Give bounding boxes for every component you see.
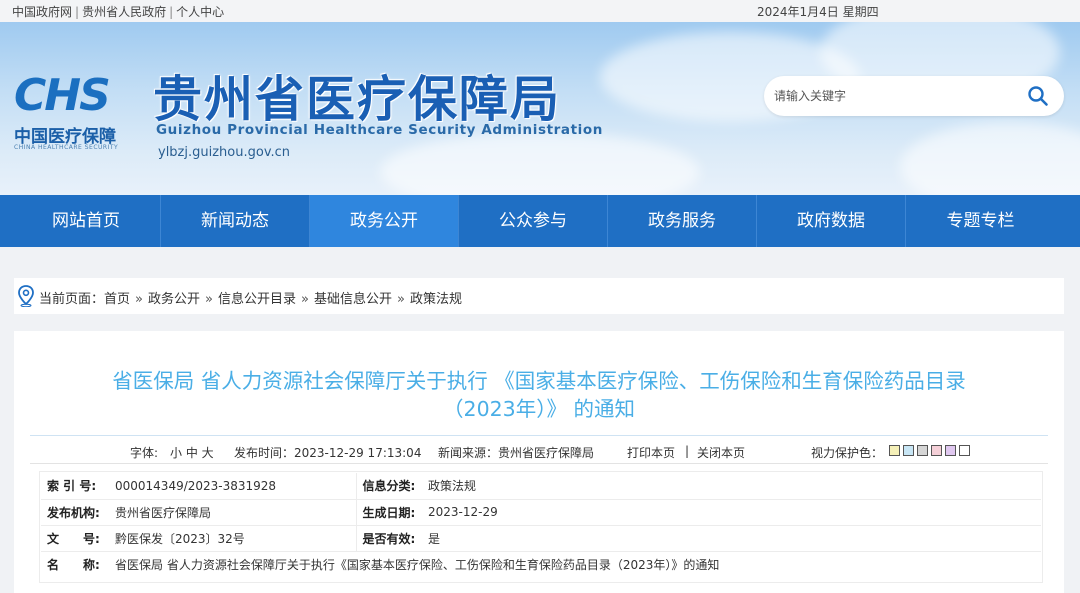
breadcrumb-arrow: » — [301, 292, 309, 307]
breadcrumb-item-gov-affairs[interactable]: 政务公开 — [148, 292, 200, 307]
article-title: 省医保局 省人力资源社会保障厅关于执行 《国家基本医疗保险、工伤保险和生育保险药… — [14, 367, 1064, 423]
separator: | — [169, 5, 174, 19]
search-icon[interactable] — [1026, 84, 1050, 108]
top-bar: 中国政府网 | 贵州省人民政府 | 个人中心 2024年1月4日 星期四 — [0, 0, 1080, 22]
nav-item-home[interactable]: 网站首页 — [12, 195, 161, 247]
top-links: 中国政府网 | 贵州省人民政府 | 个人中心 — [12, 3, 224, 20]
nav-item-gov-data[interactable]: 政府数据 — [757, 195, 906, 247]
chs-logo-mark: CHS — [14, 70, 111, 121]
breadcrumb-prefix: 当前页面： — [39, 292, 105, 307]
org-value: 贵州省医疗保障局 — [109, 499, 357, 526]
doc-number-label: 文 号: — [41, 525, 109, 552]
search-box — [764, 76, 1064, 116]
index-label: 索 引 号: — [41, 473, 109, 500]
site-title: 贵州省医疗保障局 — [153, 71, 562, 128]
index-value: 000014349/2023-3831928 — [109, 473, 357, 500]
cloud-decoration — [900, 122, 1080, 195]
cloud-decoration — [380, 132, 700, 195]
site-title-en: Guizhou Provincial Healthcare Security A… — [156, 122, 603, 138]
font-size-label: 字体: — [130, 446, 159, 460]
article-panel: 省医保局 省人力资源社会保障厅关于执行 《国家基本医疗保险、工伤保险和生育保险药… — [14, 331, 1064, 593]
breadcrumb-item-home[interactable]: 首页 — [104, 292, 130, 307]
article-title-line1: 省医保局 省人力资源社会保障厅关于执行 《国家基本医疗保险、工伤保险和生育保险药… — [112, 369, 966, 393]
category-label: 信息分类: — [356, 473, 422, 500]
date-label: 生成日期: — [356, 499, 422, 526]
site-url: ylbzj.guizhou.gov.cn — [158, 145, 291, 160]
table-row: 发布机构: 贵州省医疗保障局 生成日期: 2023-12-29 — [41, 499, 1041, 526]
article-title-line2: （2023年）》 的通知 — [443, 397, 635, 421]
breadcrumb-item-catalog[interactable]: 信息公开目录 — [218, 292, 296, 307]
document-info-table: 索 引 号: 000014349/2023-3831928 信息分类: 政策法规… — [41, 473, 1041, 577]
link-guizhou-gov[interactable]: 贵州省人民政府 — [82, 5, 166, 19]
font-size-options[interactable]: 小 中 大 — [170, 444, 214, 461]
breadcrumb-trail: 当前页面：首页 » 政务公开 » 信息公开目录 » 基础信息公开 » 政策法规 — [39, 288, 462, 307]
doc-name-label: 名 称: — [47, 557, 100, 572]
category-value: 政策法规 — [422, 473, 1041, 500]
nav-item-topics[interactable]: 专题专栏 — [906, 195, 1055, 247]
link-personal-center[interactable]: 个人中心 — [176, 5, 224, 19]
print-button[interactable]: 打印本页 — [627, 444, 675, 461]
breadcrumb-arrow: » — [396, 292, 405, 307]
eye-color-swatch[interactable] — [903, 445, 914, 456]
breadcrumb-arrow: » — [135, 292, 143, 307]
validity-value: 是 — [422, 525, 1041, 552]
header-banner: CHS 中国医疗保障 CHINA HEALTHCARE SECURITY 贵州省… — [0, 22, 1080, 195]
chs-logo[interactable]: CHS 中国医疗保障 CHINA HEALTHCARE SECURITY — [14, 70, 118, 152]
link-gov-cn[interactable]: 中国政府网 — [12, 5, 72, 19]
logo-en-text: CHINA HEALTHCARE SECURITY — [14, 144, 119, 151]
meta-separator: | — [685, 444, 690, 458]
doc-name-value: 省医保局 省人力资源社会保障厅关于执行《国家基本医疗保险、工伤保险和生育保险药品… — [115, 557, 720, 572]
org-label: 发布机构: — [41, 499, 109, 526]
breadcrumb-item-basic-info[interactable]: 基础信息公开 — [314, 292, 392, 307]
nav-item-services[interactable]: 政务服务 — [608, 195, 757, 247]
breadcrumb-arrow: » — [205, 292, 213, 307]
doc-number-value: 黔医保发〔2023〕32号 — [109, 525, 357, 552]
breadcrumb: 当前页面：首页 » 政务公开 » 信息公开目录 » 基础信息公开 » 政策法规 — [14, 278, 1064, 314]
date-value: 2023-12-29 — [422, 499, 1041, 526]
nav-item-gov-affairs[interactable]: 政务公开 — [310, 195, 459, 247]
article-meta-bar: 字体: 小 中 大 发布时间：2023-12-29 17:13:04 新闻来源：… — [30, 435, 1048, 464]
search-input[interactable] — [774, 84, 1014, 108]
table-row: 索 引 号: 000014349/2023-3831928 信息分类: 政策法规 — [41, 473, 1041, 500]
location-pin-icon — [18, 285, 34, 307]
eye-color-swatch[interactable] — [931, 445, 942, 456]
main-nav: 网站首页 新闻动态 政务公开 公众参与 政务服务 政府数据 专题专栏 — [0, 195, 1080, 247]
table-row: 文 号: 黔医保发〔2023〕32号 是否有效: 是 — [41, 525, 1041, 552]
eye-color-swatch[interactable] — [959, 445, 970, 456]
publish-time: 发布时间：2023-12-29 17:13:04 — [234, 446, 422, 460]
table-row: 名 称: 省医保局 省人力资源社会保障厅关于执行《国家基本医疗保险、工伤保险和生… — [41, 551, 1041, 577]
nav-item-news[interactable]: 新闻动态 — [161, 195, 310, 247]
eye-protect-label: 视力保护色： — [811, 446, 884, 460]
eye-color-swatch[interactable] — [889, 445, 900, 456]
separator: | — [75, 5, 80, 19]
news-source: 新闻来源：贵州省医疗保障局 — [438, 446, 595, 460]
nav-item-participation[interactable]: 公众参与 — [459, 195, 608, 247]
validity-label: 是否有效: — [356, 525, 422, 552]
current-date: 2024年1月4日 星期四 — [757, 5, 879, 19]
eye-color-swatch[interactable] — [945, 445, 956, 456]
breadcrumb-item-policy[interactable]: 政策法规 — [410, 292, 462, 307]
close-page-button[interactable]: 关闭本页 — [697, 444, 745, 461]
eye-color-swatch[interactable] — [917, 445, 928, 456]
